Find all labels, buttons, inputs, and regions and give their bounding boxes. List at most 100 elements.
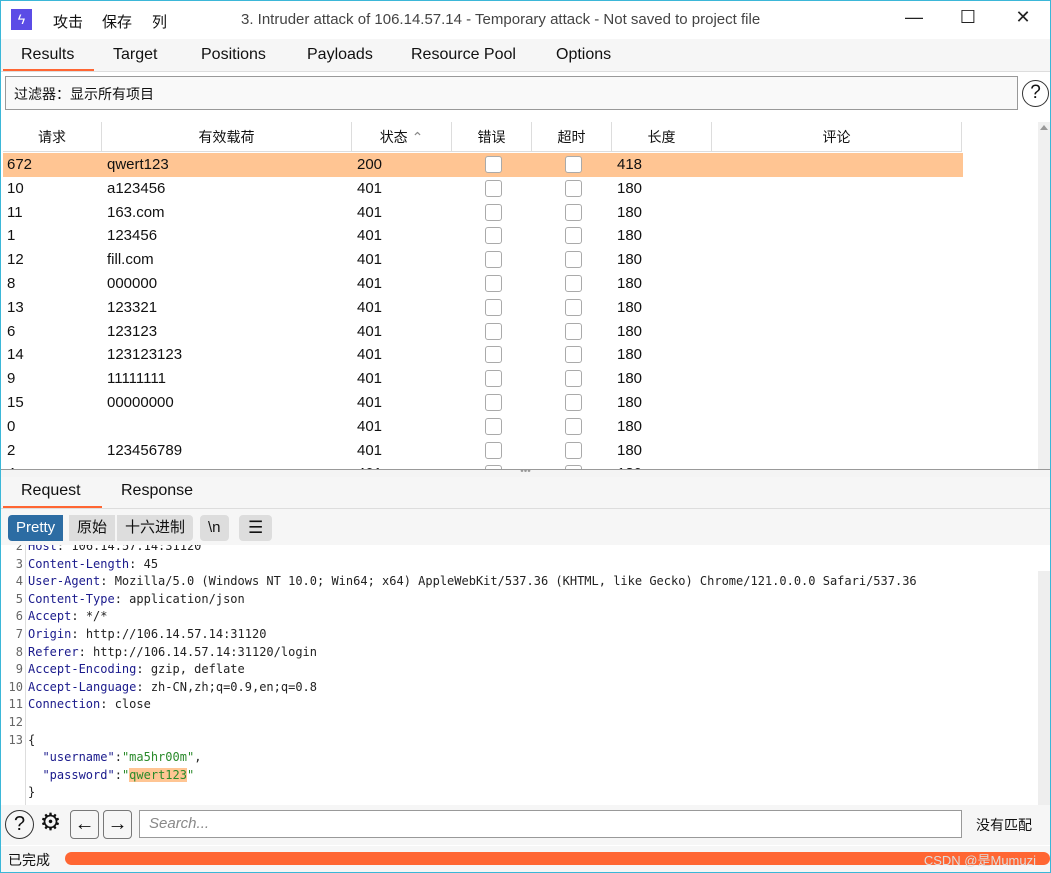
table-cell: 180 bbox=[617, 417, 643, 435]
pretty-button[interactable]: Pretty bbox=[8, 515, 64, 541]
column-header[interactable]: 评论 bbox=[712, 122, 962, 152]
table-row[interactable]: 6 123123 401 180 bbox=[3, 320, 963, 344]
forward-arrow-icon[interactable]: → bbox=[103, 810, 132, 839]
filter-bar[interactable]: 过滤器：显示所有项目 bbox=[5, 76, 1018, 110]
checkbox bbox=[485, 370, 502, 388]
help-icon[interactable]: ? bbox=[5, 810, 34, 839]
table-row[interactable]: 12 fill.com 401 180 bbox=[3, 248, 963, 272]
table-cell: 180 bbox=[617, 322, 643, 340]
quote: " bbox=[186, 767, 195, 782]
table-row[interactable]: 10 a123456 401 180 bbox=[3, 177, 963, 201]
table-row[interactable]: 15 00000000 401 180 bbox=[3, 391, 963, 415]
header-value: 106.14.57.14:31120 bbox=[64, 545, 202, 553]
table-row[interactable]: 1 123456 401 180 bbox=[3, 224, 963, 248]
table-cell: 9 bbox=[7, 370, 16, 388]
punct: : bbox=[114, 591, 122, 606]
table-cell: 672 bbox=[7, 156, 33, 173]
code-line: Accept: */* bbox=[28, 609, 108, 623]
split-handle[interactable]: ••• bbox=[1, 467, 1050, 477]
table-cell: 180 bbox=[617, 203, 643, 221]
checkbox bbox=[485, 346, 502, 364]
menu-icon[interactable]: ☰ bbox=[239, 515, 273, 541]
table-scrollbar[interactable] bbox=[1038, 122, 1050, 469]
request-response-tabs: Request Response bbox=[1, 477, 1050, 509]
menu-columns[interactable]: 列 bbox=[152, 11, 167, 32]
json-value-highlighted: qwert123 bbox=[129, 767, 187, 782]
table-cell: 180 bbox=[617, 441, 643, 459]
table-cell: 180 bbox=[617, 370, 643, 388]
header-name: Referer bbox=[28, 644, 79, 659]
active-tab-indicator bbox=[3, 506, 102, 508]
column-header[interactable]: 请求 bbox=[3, 122, 102, 152]
search-input[interactable]: Search... bbox=[139, 810, 962, 838]
punct: : bbox=[136, 662, 144, 677]
menu-save[interactable]: 保存 bbox=[102, 11, 132, 32]
table-cell: 000000 bbox=[107, 275, 158, 292]
tab-target[interactable]: Target bbox=[113, 46, 157, 64]
tab-response[interactable]: Response bbox=[121, 482, 193, 500]
column-header-label: 请求 bbox=[38, 129, 66, 145]
column-header[interactable]: 有效载荷 bbox=[102, 122, 352, 152]
hex-button[interactable]: 十六进制 bbox=[117, 515, 194, 541]
checkbox bbox=[485, 156, 502, 173]
line-number: 9 bbox=[15, 662, 23, 677]
table-row[interactable]: 13 123321 401 180 bbox=[3, 296, 963, 320]
table-row[interactable]: 14 123123123 401 180 bbox=[3, 343, 963, 367]
checkbox bbox=[565, 251, 582, 269]
checkbox bbox=[565, 417, 582, 435]
tab-request[interactable]: Request bbox=[21, 482, 81, 500]
column-header[interactable]: 错误 bbox=[452, 122, 532, 152]
search-bar: ? ⚙ ← → Search... 没有匹配 bbox=[1, 805, 1050, 845]
table-cell: 401 bbox=[357, 370, 383, 388]
table-cell: 1 bbox=[7, 227, 16, 245]
table-cell: 11111111 bbox=[107, 370, 166, 388]
close-icon[interactable]: ✕ bbox=[1003, 7, 1043, 33]
table-cell: 10 bbox=[7, 179, 24, 197]
tab-options[interactable]: Options bbox=[556, 46, 611, 64]
table-row[interactable]: 672 qwert123 200 418 bbox=[3, 153, 963, 177]
newline-button[interactable]: \n bbox=[200, 515, 229, 541]
column-header[interactable]: 状态 ⌃ bbox=[352, 122, 452, 152]
header-name: Content-Type bbox=[28, 591, 115, 606]
table-row[interactable]: 9 11111111 401 180 bbox=[3, 367, 963, 391]
punct: , bbox=[194, 750, 202, 765]
raw-button[interactable]: 原始 bbox=[69, 515, 116, 541]
line-number: 8 bbox=[15, 644, 23, 659]
table-cell: 401 bbox=[357, 417, 383, 435]
table-row[interactable]: 11 163.com 401 180 bbox=[3, 201, 963, 225]
tab-payloads[interactable]: Payloads bbox=[307, 46, 373, 64]
code-line: } bbox=[28, 785, 35, 799]
table-row[interactable]: 0 401 180 bbox=[3, 415, 963, 439]
table-cell: 401 bbox=[357, 441, 383, 459]
maximize-icon[interactable]: ☐ bbox=[948, 7, 988, 33]
table-cell: 123456 bbox=[107, 227, 158, 245]
checkbox bbox=[565, 203, 582, 221]
checkbox bbox=[565, 298, 582, 316]
tab-resource-pool[interactable]: Resource Pool bbox=[411, 46, 516, 64]
column-header[interactable]: 超时 bbox=[532, 122, 612, 152]
code-line: Referer: http://106.14.57.14:31120/login bbox=[28, 645, 317, 659]
table-cell: 180 bbox=[617, 179, 643, 197]
table-row[interactable]: 2 123456789 401 180 bbox=[3, 439, 963, 463]
editor-scrollbar[interactable] bbox=[1038, 571, 1050, 805]
minimize-icon[interactable]: — bbox=[894, 7, 934, 33]
code-line: Origin: http://106.14.57.14:31120 bbox=[28, 627, 266, 641]
header-value: Mozilla/5.0 (Windows NT 10.0; Win64; x64… bbox=[107, 574, 917, 589]
code-line: "password":"qwert123" bbox=[28, 767, 195, 782]
checkbox bbox=[565, 179, 582, 197]
code-line: Connection: close bbox=[28, 697, 151, 711]
tab-results[interactable]: Results bbox=[21, 46, 74, 64]
help-icon[interactable]: ? bbox=[1022, 80, 1049, 107]
table-row[interactable]: 8 000000 401 180 bbox=[3, 272, 963, 296]
column-header[interactable]: 长度 bbox=[612, 122, 712, 152]
back-arrow-icon[interactable]: ← bbox=[70, 810, 99, 839]
table-row[interactable]: 4401180 bbox=[3, 462, 963, 469]
table-cell: 401 bbox=[357, 251, 383, 269]
request-editor[interactable]: 2 Host: 106.14.57.14:31120 3 Content-Length… bbox=[1, 545, 1038, 805]
line-number: 12 bbox=[8, 715, 23, 729]
tab-positions[interactable]: Positions bbox=[201, 46, 266, 64]
menu-attack[interactable]: 攻击 bbox=[53, 11, 83, 32]
line-number: 2 bbox=[15, 545, 23, 553]
gear-icon[interactable]: ⚙ bbox=[36, 810, 65, 839]
code-line: { bbox=[28, 733, 35, 747]
